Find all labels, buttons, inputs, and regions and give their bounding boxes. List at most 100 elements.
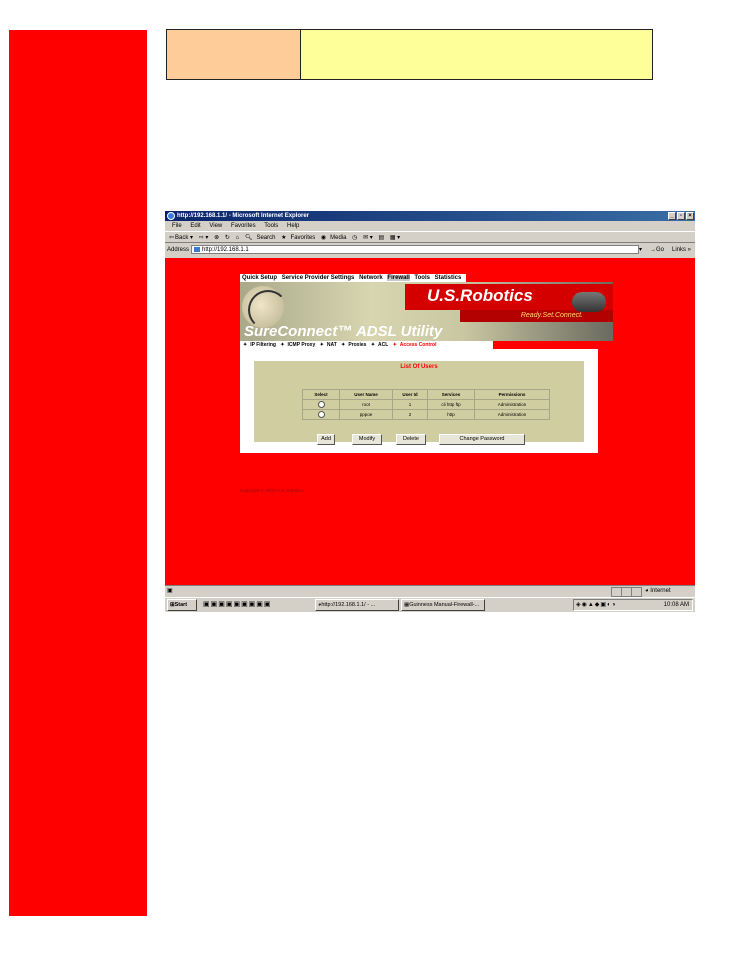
minimize-button[interactable]: _ — [668, 212, 676, 220]
go-button[interactable]: →Go — [650, 243, 664, 257]
media-button[interactable]: ◉ Media — [321, 235, 347, 241]
go-label: Go — [656, 247, 665, 253]
tray-icons[interactable]: ◈◉▲◆▣◐◑ — [576, 602, 616, 608]
system-tray: ◈◉▲◆▣◐◑ 10:08 AM — [573, 599, 693, 611]
menu-tools[interactable]: Tools — [264, 223, 278, 229]
menu-bar: File Edit View Favorites Tools Help — [165, 221, 695, 231]
start-button[interactable]: ⊞Start — [167, 599, 197, 611]
header-cell-peach — [167, 30, 301, 79]
taskbar-task-word[interactable]: ▦Guinness Manual-Firewall-... — [401, 599, 485, 611]
user-name-cell: root — [339, 399, 393, 410]
zone-label: Internet — [650, 588, 671, 594]
user-id-cell: 2 — [392, 409, 428, 420]
brand-name: U.S.Robotics — [427, 286, 533, 305]
col-user-name: User Name — [339, 389, 393, 400]
browser-screenshot: http://192.168.1.1/ - Microsoft Internet… — [165, 211, 695, 612]
permissions-cell: Administration — [474, 409, 550, 420]
nav-firewall[interactable]: Firewall — [387, 275, 410, 281]
nav-service-provider-settings[interactable]: Service Provider Settings — [282, 275, 355, 281]
menu-view[interactable]: View — [209, 223, 222, 229]
forward-button[interactable]: ⇨ ▾ — [199, 235, 209, 241]
back-label: Back — [175, 235, 189, 241]
nav-network[interactable]: Network — [359, 275, 383, 281]
address-bar: Address http://192.168.1.1 ▾ →Go Links » — [165, 243, 695, 257]
col-user-id: User Id — [392, 389, 428, 400]
app-top-nav: Quick Setup Service Provider Settings Ne… — [240, 274, 467, 282]
address-dropdown-icon[interactable]: ▾ — [639, 243, 642, 257]
main-panel: List Of Users Select User Name User Id S… — [240, 349, 598, 453]
subnav-access-control[interactable]: ✦ Access Control — [393, 342, 437, 348]
user-name-cell: pppoe — [339, 409, 393, 420]
browser-toolbar: ⇦Back ▾ ⇨ ▾ ⊗ ↻ ⌂ 🔍︎ Search ★ Favorites ◉ M… — [165, 231, 695, 243]
app-title: SureConnect™ ADSL Utility — [244, 323, 443, 340]
maximize-button[interactable]: ▫ — [677, 212, 685, 220]
table-header-row: Select User Name User Id Services Permis… — [302, 389, 550, 400]
subnav-proxies[interactable]: ✦ Proxies — [341, 342, 366, 348]
table-row: root 1 cli http ftp Administration — [302, 399, 550, 410]
subnav-icmp-proxy-label: ICMP Proxy — [287, 342, 316, 348]
nav-statistics[interactable]: Statistics — [435, 275, 462, 281]
subnav-access-control-label: Access Control — [399, 342, 437, 348]
address-value: http://192.168.1.1 — [202, 247, 249, 253]
search-button[interactable]: 🔍︎ Search — [245, 235, 276, 241]
subnav-proxies-label: Proxies — [348, 342, 367, 348]
task-word-label: Guinness Manual-Firewall-... — [409, 602, 480, 608]
select-radio[interactable] — [317, 401, 325, 408]
page-status-icon: ▣ — [167, 588, 173, 594]
quick-launch-icons[interactable]: ▣▣▣▣▣▣▣▣▣ — [203, 599, 272, 611]
print-icon[interactable]: ▤ — [378, 235, 384, 241]
page-content: Quick Setup Service Provider Settings Ne… — [165, 258, 695, 585]
col-permissions: Permissions — [474, 389, 550, 400]
links-label: Links — [672, 247, 687, 253]
favorites-button[interactable]: ★ Favorites — [281, 235, 315, 241]
select-radio[interactable] — [317, 411, 325, 418]
subnav-ip-filtering[interactable]: ✦ IP Filtering — [243, 342, 276, 348]
refresh-icon[interactable]: ↻ — [225, 235, 230, 241]
subnav-icmp-proxy[interactable]: ✦ ICMP Proxy — [280, 342, 315, 348]
windows-taskbar: ⊞Start ▣▣▣▣▣▣▣▣▣ ◕http://192.168.1.1/ - … — [165, 597, 695, 612]
window-titlebar: http://192.168.1.1/ - Microsoft Internet… — [165, 211, 695, 221]
status-bar: ▣ ◕ Internet — [165, 585, 695, 597]
close-button[interactable]: × — [686, 212, 694, 220]
mail-icon[interactable]: ✉ ▾ — [363, 235, 373, 241]
user-id-cell: 1 — [392, 399, 428, 410]
menu-edit[interactable]: Edit — [190, 223, 200, 229]
col-services: Services — [427, 389, 475, 400]
menu-favorites[interactable]: Favorites — [231, 223, 256, 229]
subnav-nat[interactable]: ✦ NAT — [320, 342, 337, 348]
modify-button[interactable]: Modify — [352, 434, 382, 445]
page-icon — [194, 247, 200, 252]
subnav-nat-label: NAT — [326, 342, 337, 348]
clock: 10:08 AM — [663, 602, 689, 608]
nav-tools[interactable]: Tools — [414, 275, 430, 281]
back-button[interactable]: ⇦Back ▾ — [169, 235, 193, 241]
delete-button[interactable]: Delete — [396, 434, 426, 445]
menu-help[interactable]: Help — [287, 223, 299, 229]
add-button[interactable]: Add — [317, 434, 335, 445]
subnav-acl-label: ACL — [378, 342, 389, 348]
edit-icon[interactable]: ▦ ▾ — [390, 235, 400, 241]
media-label: Media — [330, 235, 347, 241]
task-ie-label: http://192.168.1.1/ - ... — [321, 602, 376, 608]
status-pane — [631, 587, 642, 597]
nav-quick-setup[interactable]: Quick Setup — [242, 275, 277, 281]
zone-indicator: ◕ Internet — [645, 588, 671, 594]
change-password-button[interactable]: Change Password — [439, 434, 525, 445]
history-icon[interactable]: ◷ — [352, 235, 357, 241]
taskbar-task-ie[interactable]: ◕http://192.168.1.1/ - ... — [315, 599, 399, 611]
services-cell: cli http ftp — [427, 399, 475, 410]
users-panel: List Of Users Select User Name User Id S… — [254, 361, 584, 445]
subnav-acl[interactable]: ✦ ACL — [371, 342, 388, 348]
menu-file[interactable]: File — [172, 223, 182, 229]
start-label: Start — [174, 602, 188, 608]
stop-icon[interactable]: ⊗ — [214, 235, 219, 241]
app-banner: U.S.Robotics Ready.Set.Connect. SureConn… — [240, 282, 613, 341]
subnav-ip-filtering-label: IP Filtering — [250, 342, 276, 348]
home-icon[interactable]: ⌂ — [236, 235, 240, 241]
links-button[interactable]: Links » — [672, 243, 691, 257]
copyright-text: Copyright © 2002 U.S. Robotics — [240, 488, 304, 493]
search-label: Search — [256, 235, 276, 241]
ie-icon — [167, 212, 175, 220]
address-input[interactable]: http://192.168.1.1 — [191, 245, 639, 254]
favorites-label: Favorites — [290, 235, 316, 241]
